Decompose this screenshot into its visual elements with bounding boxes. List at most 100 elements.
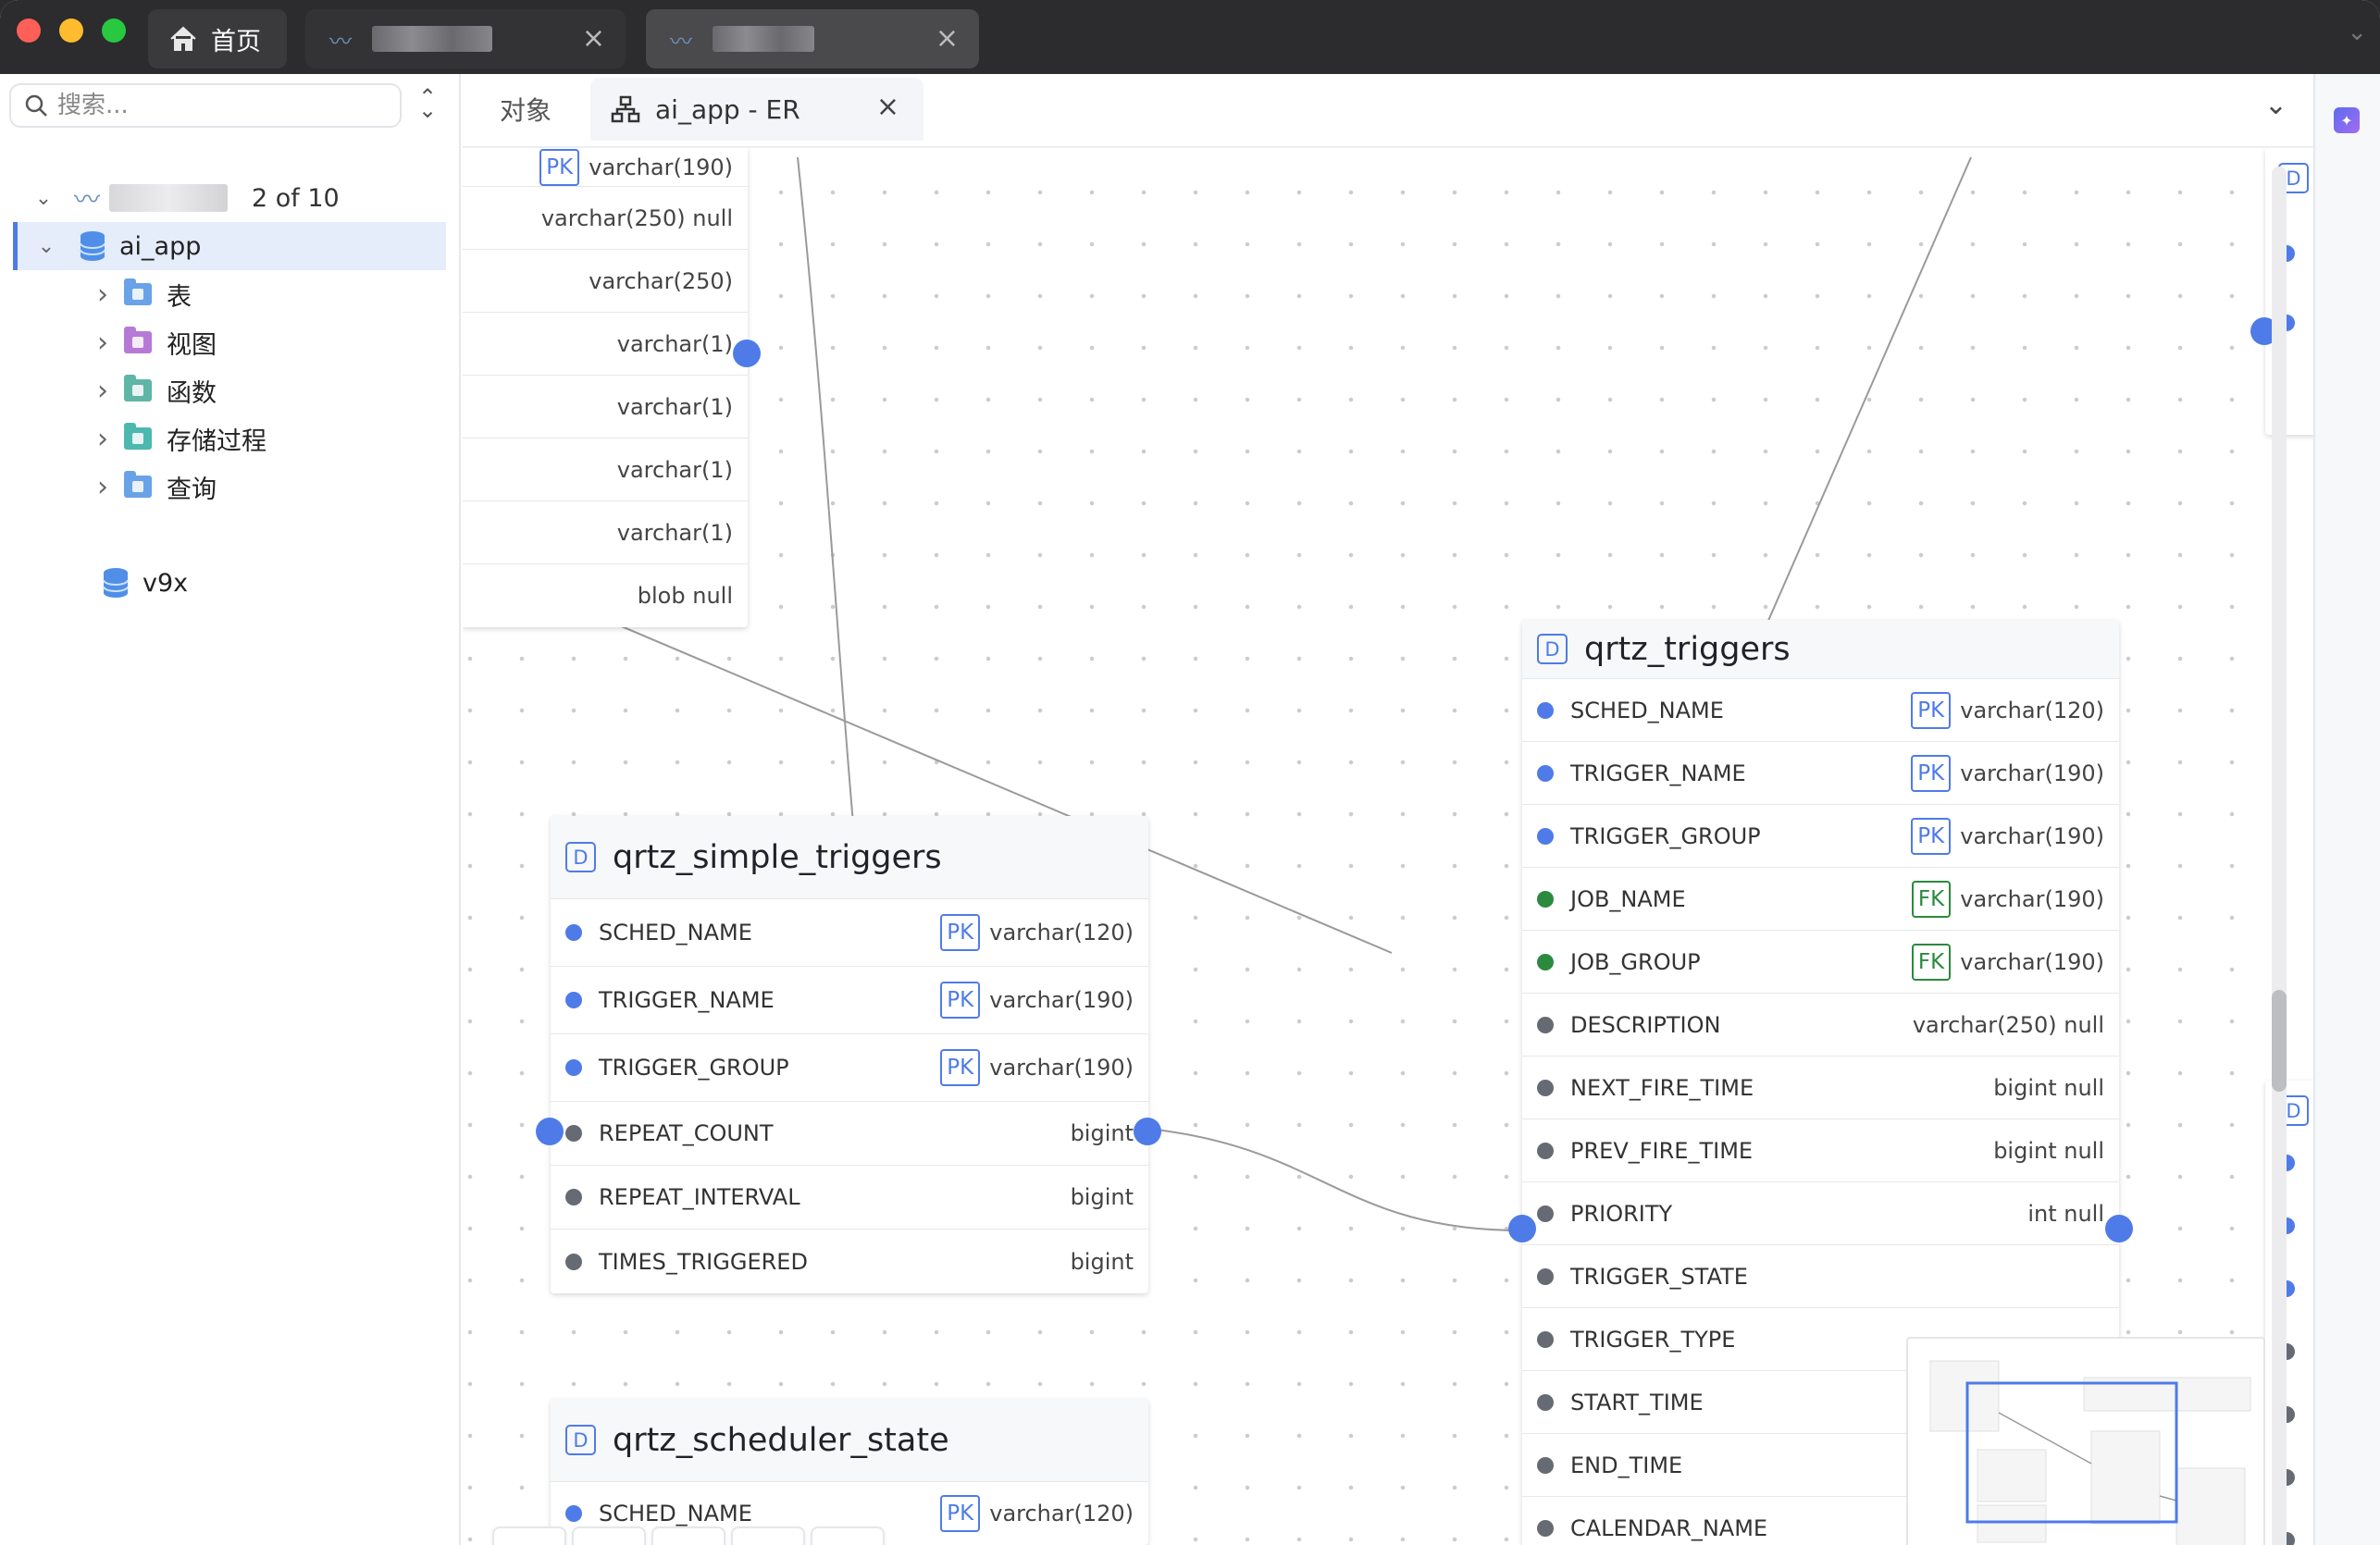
table-header[interactable]: Dqrtz_simple_triggers bbox=[551, 816, 1148, 899]
close-icon[interactable]: × bbox=[582, 22, 605, 55]
column-type: bigint bbox=[1070, 1184, 1134, 1210]
column-row[interactable]: varchar(1) bbox=[463, 501, 748, 564]
tabs-dropdown-icon[interactable]: ⌄ bbox=[2264, 89, 2287, 121]
column-row[interactable]: TRIGGER_NAME PK varchar(190) bbox=[551, 967, 1148, 1034]
column-row[interactable]: varchar(250) bbox=[463, 250, 748, 313]
tree-item-label: 视图 bbox=[167, 330, 217, 360]
chevron-right-icon[interactable]: › bbox=[89, 471, 117, 503]
window-tab-connection-1[interactable]: 〰 × bbox=[305, 9, 626, 68]
fit-view-button[interactable]: ⛶ bbox=[731, 1526, 805, 1545]
column-row[interactable]: DESCRIPTION varchar(250) null bbox=[1522, 994, 2119, 1057]
chevron-right-icon[interactable]: › bbox=[89, 278, 117, 311]
partial-table[interactable]: PK varchar(190) varchar(250) null varchar(2… bbox=[463, 148, 748, 627]
window-tab-connection-2[interactable]: 〰 × bbox=[646, 9, 979, 68]
column-row[interactable]: TRIGGER_NAME PK varchar(190) bbox=[1522, 742, 2119, 805]
column-type: varchar(190) bbox=[1960, 948, 2104, 975]
zoom-out-button[interactable]: − bbox=[572, 1526, 646, 1545]
connection-handle[interactable] bbox=[1134, 1118, 1161, 1145]
column-dot bbox=[1537, 1079, 1554, 1096]
column-row[interactable]: blob null bbox=[463, 564, 748, 627]
main-area: 对象 ai_app - ER × ⌄ PK varchar(190) varchar… bbox=[463, 74, 2313, 1545]
column-row[interactable]: TIMES_TRIGGERED bigint bbox=[551, 1230, 1148, 1293]
tree-item-view-folder[interactable]: › 视图 bbox=[89, 318, 217, 366]
column-row[interactable]: PRIORITY int null bbox=[1522, 1182, 2119, 1245]
window-tabs-dropdown-icon[interactable]: ⌄ bbox=[2347, 19, 2367, 46]
sort-toggle-icon[interactable]: ⌃ ⌄ bbox=[418, 86, 437, 121]
ai-assistant-icon[interactable]: ✦ bbox=[2334, 107, 2360, 133]
mysql-dolphin-icon: 〰 bbox=[670, 28, 692, 55]
column-name: SCHED_NAME bbox=[599, 920, 752, 946]
table-qrtz-scheduler-state[interactable]: Dqrtz_scheduler_state SCHED_NAME PK varchar… bbox=[551, 1399, 1148, 1545]
connection-handle[interactable] bbox=[1508, 1215, 1536, 1242]
tree-item-query-folder[interactable]: › 查询 bbox=[89, 463, 217, 511]
column-row[interactable]: TRIGGER_STATE bbox=[1522, 1245, 2119, 1308]
table-type-badge: D bbox=[565, 842, 596, 872]
column-name: PREV_FIRE_TIME bbox=[1570, 1137, 1754, 1164]
column-row[interactable]: NEXT_FIRE_TIME bigint null bbox=[1522, 1057, 2119, 1119]
database-node-ai-app[interactable]: ⌄ ai_app bbox=[13, 222, 446, 270]
connection-handle[interactable] bbox=[2105, 1215, 2133, 1242]
tab-objects[interactable]: 对象 bbox=[481, 78, 570, 141]
column-row[interactable]: PREV_FIRE_TIME bigint null bbox=[1522, 1119, 2119, 1182]
column-type: varchar(190) bbox=[1960, 760, 2104, 786]
column-row[interactable]: JOB_NAME FK varchar(190) bbox=[1522, 868, 2119, 931]
table-header[interactable]: Dqrtz_triggers bbox=[1522, 620, 2119, 679]
column-dot bbox=[565, 1505, 582, 1522]
chevron-right-icon[interactable]: › bbox=[89, 327, 117, 359]
connection-handle[interactable] bbox=[733, 340, 761, 367]
minimize-window-button[interactable] bbox=[59, 19, 83, 43]
search-box[interactable] bbox=[9, 83, 402, 128]
column-row[interactable]: varchar(1) bbox=[463, 376, 748, 439]
window-tab-home[interactable]: 首页 bbox=[148, 9, 287, 68]
column-dot bbox=[565, 1059, 582, 1076]
column-row[interactable]: TRIGGER_GROUP PK varchar(190) bbox=[551, 1034, 1148, 1102]
search-input[interactable] bbox=[57, 92, 390, 119]
column-type: varchar(250) bbox=[589, 267, 733, 294]
tree-item-table-folder[interactable]: › 表 bbox=[89, 270, 192, 318]
column-type: varchar(190) bbox=[1960, 822, 2104, 849]
column-type: varchar(120) bbox=[1960, 697, 2104, 723]
column-type: varchar(1) bbox=[616, 456, 733, 483]
table-qrtz-simple-triggers[interactable]: Dqrtz_simple_triggers SCHED_NAME PK varchar… bbox=[551, 816, 1148, 1293]
chevron-down-icon[interactable]: ⌄ bbox=[30, 187, 57, 210]
close-window-button[interactable] bbox=[17, 19, 41, 43]
zoom-in-button[interactable]: + bbox=[492, 1526, 566, 1545]
column-name: TRIGGER_GROUP bbox=[599, 1055, 789, 1081]
vertical-scrollbar-thumb[interactable] bbox=[2272, 990, 2287, 1092]
chevron-down-icon[interactable]: ⌄ bbox=[32, 235, 60, 258]
table-header[interactable]: Dqrtz_scheduler_state bbox=[551, 1399, 1148, 1482]
column-row[interactable]: JOB_GROUP FK varchar(190) bbox=[1522, 931, 2119, 994]
column-dot bbox=[1537, 1205, 1554, 1222]
column-row[interactable]: SCHED_NAME PK varchar(120) bbox=[1522, 679, 2119, 742]
tree-item-function-folder[interactable]: › 函数 bbox=[89, 366, 217, 414]
vertical-scrollbar[interactable] bbox=[2272, 167, 2287, 1545]
column-row[interactable]: PK varchar(190) bbox=[463, 148, 748, 187]
column-row[interactable]: varchar(1) bbox=[463, 439, 748, 501]
chevron-right-icon[interactable]: › bbox=[89, 423, 117, 455]
connection-node[interactable]: ⌄ 〰 2 of 10 bbox=[30, 174, 340, 222]
column-type: varchar(190) bbox=[1960, 885, 2104, 912]
column-row[interactable]: REPEAT_INTERVAL bigint bbox=[551, 1166, 1148, 1230]
column-row[interactable]: varchar(1) bbox=[463, 313, 748, 376]
tab-er-diagram[interactable]: ai_app - ER × bbox=[590, 78, 923, 141]
column-row[interactable]: varchar(250) null bbox=[463, 187, 748, 250]
pan-tool-button[interactable]: ✋ bbox=[811, 1526, 885, 1545]
table-type-badge: D bbox=[565, 1425, 596, 1455]
minimap[interactable] bbox=[1906, 1337, 2265, 1545]
column-dot bbox=[1537, 701, 1554, 719]
column-type: bigint null bbox=[1993, 1137, 2104, 1164]
column-row[interactable]: TRIGGER_GROUP PK varchar(190) bbox=[1522, 805, 2119, 868]
maximize-window-button[interactable] bbox=[102, 19, 126, 43]
er-canvas[interactable]: PK varchar(190) varchar(250) null varchar(2… bbox=[463, 148, 2313, 1545]
column-row[interactable]: REPEAT_COUNT bigint bbox=[551, 1102, 1148, 1166]
close-icon[interactable]: × bbox=[876, 91, 899, 123]
database-icon bbox=[103, 568, 129, 598]
chevron-right-icon[interactable]: › bbox=[89, 375, 117, 407]
reset-view-button[interactable]: ↻ bbox=[651, 1526, 725, 1545]
tree-item-label: 表 bbox=[167, 282, 192, 312]
column-row[interactable]: SCHED_NAME PK varchar(120) bbox=[551, 899, 1148, 967]
connection-handle[interactable] bbox=[536, 1118, 564, 1145]
database-node-v9x[interactable]: v9x bbox=[102, 559, 188, 607]
close-icon[interactable]: × bbox=[936, 22, 959, 55]
tree-item-procedure-folder[interactable]: › 存储过程 bbox=[89, 414, 267, 463]
